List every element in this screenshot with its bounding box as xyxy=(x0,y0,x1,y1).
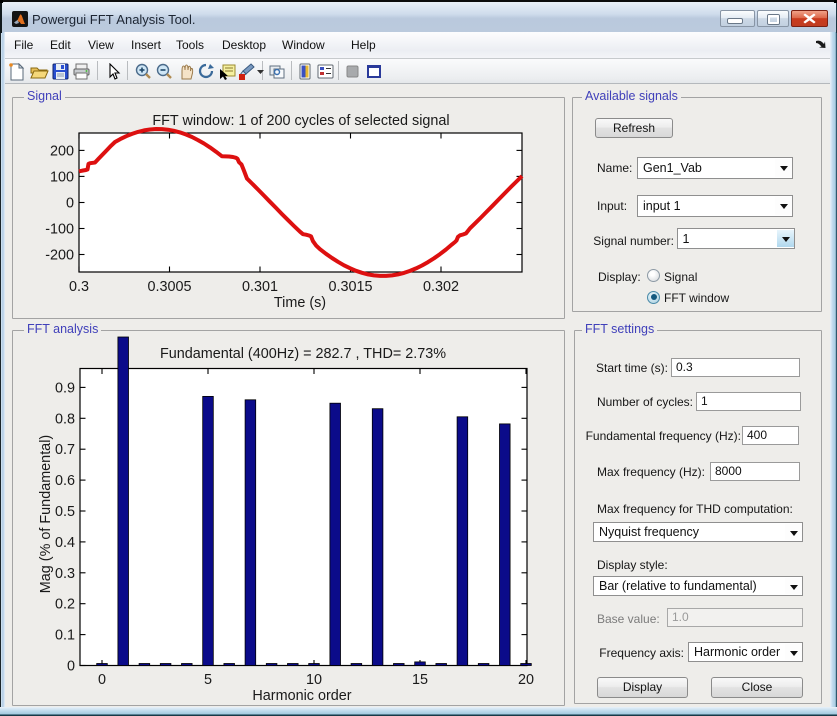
svg-text:0.302: 0.302 xyxy=(423,279,459,295)
svg-text:0.6: 0.6 xyxy=(55,473,75,489)
svg-text:0: 0 xyxy=(67,659,75,675)
svg-text:-100: -100 xyxy=(45,222,74,238)
svg-text:Time (s): Time (s) xyxy=(274,295,326,311)
svg-text:0.3015: 0.3015 xyxy=(328,279,372,295)
svg-text:Fundamental (400Hz) = 282.7 ,: Fundamental (400Hz) = 282.7 , THD= 2.73% xyxy=(160,346,446,362)
svg-text:FFT window: 1 of 200 cycles of: FFT window: 1 of 200 cycles of selected … xyxy=(152,113,449,129)
svg-text:Harmonic order: Harmonic order xyxy=(252,688,351,704)
svg-text:0.7: 0.7 xyxy=(55,442,75,458)
svg-text:20: 20 xyxy=(518,672,534,688)
svg-text:0.8: 0.8 xyxy=(55,411,75,427)
svg-text:0.1: 0.1 xyxy=(55,628,75,644)
svg-text:0: 0 xyxy=(98,672,106,688)
svg-text:Mag (% of Fundamental): Mag (% of Fundamental) xyxy=(38,435,54,593)
svg-text:0.5: 0.5 xyxy=(55,504,75,520)
svg-text:0.4: 0.4 xyxy=(55,535,75,551)
svg-text:0.3: 0.3 xyxy=(55,566,75,582)
svg-text:5: 5 xyxy=(204,672,212,688)
svg-text:-200: -200 xyxy=(45,248,74,264)
svg-text:10: 10 xyxy=(306,672,322,688)
svg-text:0.3005: 0.3005 xyxy=(147,279,191,295)
svg-text:0.2: 0.2 xyxy=(55,597,75,613)
svg-text:0.9: 0.9 xyxy=(55,380,75,396)
svg-text:0.301: 0.301 xyxy=(242,279,278,295)
svg-text:200: 200 xyxy=(50,143,74,159)
svg-text:0.3: 0.3 xyxy=(69,279,89,295)
svg-text:0: 0 xyxy=(66,196,74,212)
svg-text:100: 100 xyxy=(50,169,74,185)
svg-text:15: 15 xyxy=(412,672,428,688)
